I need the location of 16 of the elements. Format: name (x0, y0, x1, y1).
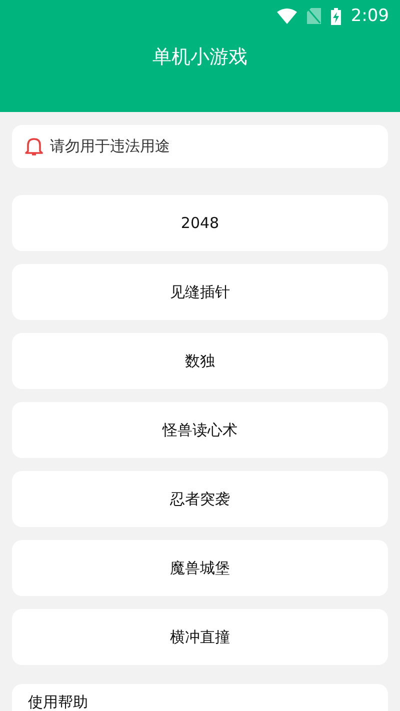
bell-icon (25, 137, 43, 156)
help-title: 使用帮助 (28, 694, 88, 711)
battery-icon (330, 8, 341, 24)
help-card[interactable]: 使用帮助 (12, 684, 388, 711)
clock-time: 2:09 (350, 6, 389, 26)
game-button[interactable]: 2048 (12, 195, 388, 251)
game-button[interactable]: 忍者突袭 (12, 471, 388, 527)
game-button[interactable]: 数独 (12, 333, 388, 389)
game-button[interactable]: 怪兽读心术 (12, 402, 388, 458)
game-button[interactable]: 横冲直撞 (12, 609, 388, 665)
no-sim-icon (306, 8, 321, 24)
game-button[interactable]: 魔兽城堡 (12, 540, 388, 596)
game-button[interactable]: 见缝插针 (12, 264, 388, 320)
app-title: 单机小游戏 (152, 45, 248, 70)
wifi-icon (276, 8, 297, 24)
notice-text: 请勿用于违法用途 (50, 137, 170, 156)
